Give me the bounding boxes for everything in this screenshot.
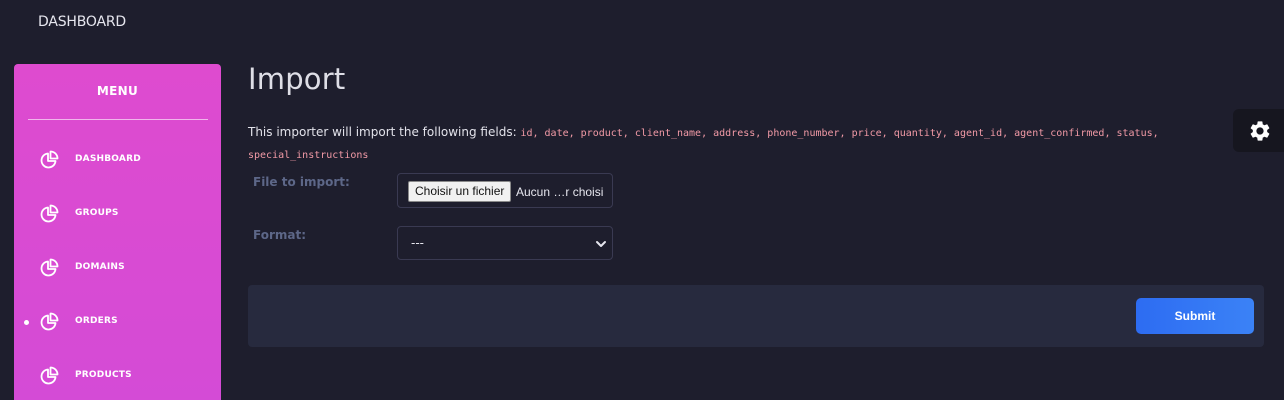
- import-description: This importer will import the following …: [248, 122, 1178, 166]
- pie-chart-icon: [40, 312, 59, 331]
- sidebar: MENU DASHBOARD GROUPS DOMAINS ORDERS PRODUCT…: [14, 64, 221, 400]
- pie-chart-icon: [40, 204, 59, 223]
- menu-title: MENU: [96, 84, 139, 98]
- sidebar-item-label: ORDERS: [75, 316, 118, 326]
- file-to-import-label: File to import:: [253, 175, 350, 189]
- pie-chart-icon: [40, 366, 59, 385]
- choose-file-button[interactable]: Choisir un fichier: [408, 181, 512, 202]
- submit-button[interactable]: Submit: [1136, 298, 1254, 334]
- form-actions-panel: Submit: [248, 285, 1264, 347]
- sidebar-item-products[interactable]: PRODUCTS: [14, 361, 221, 391]
- sidebar-item-orders[interactable]: ORDERS: [14, 307, 221, 337]
- menu-divider: [28, 119, 208, 120]
- format-label: Format:: [253, 228, 307, 242]
- sidebar-item-label: DOMAINS: [75, 262, 125, 272]
- chevron-down-icon: [596, 241, 606, 247]
- file-input[interactable]: Choisir un fichier Aucun …r choisi: [397, 173, 613, 208]
- topbar-title[interactable]: DASHBOARD: [38, 14, 126, 30]
- settings-button[interactable]: [1233, 109, 1284, 152]
- sidebar-item-label: DASHBOARD: [75, 154, 141, 164]
- active-indicator: [24, 320, 29, 325]
- format-select[interactable]: ---: [397, 226, 613, 260]
- gear-icon: [1250, 121, 1270, 141]
- format-selected-value: ---: [411, 236, 424, 250]
- page-title: Import: [248, 62, 346, 96]
- sidebar-item-dashboard[interactable]: DASHBOARD: [14, 145, 221, 175]
- topbar: DASHBOARD: [0, 0, 1284, 48]
- pie-chart-icon: [40, 258, 59, 277]
- sidebar-item-label: GROUPS: [75, 208, 119, 218]
- sidebar-item-groups[interactable]: GROUPS: [14, 199, 221, 229]
- file-status: Aucun …r choisi: [516, 185, 604, 199]
- intro-text: This importer will import the following …: [248, 125, 517, 139]
- sidebar-item-label: PRODUCTS: [75, 370, 132, 380]
- pie-chart-icon: [40, 150, 59, 169]
- sidebar-item-domains[interactable]: DOMAINS: [14, 253, 221, 283]
